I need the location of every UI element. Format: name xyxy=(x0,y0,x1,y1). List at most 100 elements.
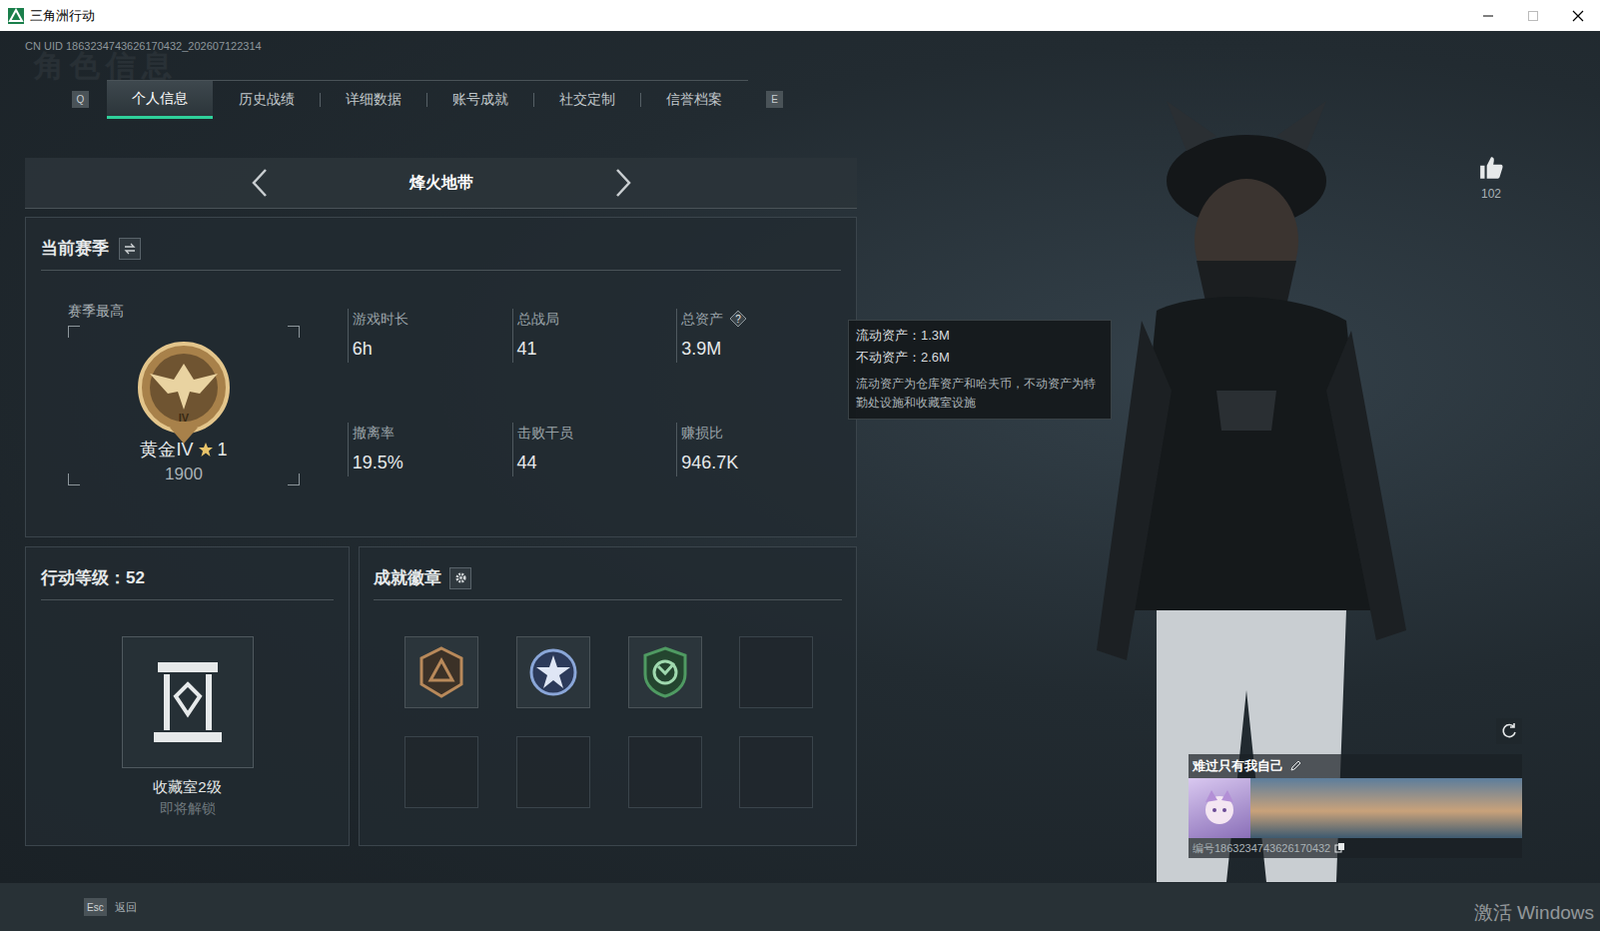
stat: 游戏时长 6h xyxy=(347,308,513,363)
stat: 总战局41 xyxy=(512,308,678,363)
stat: 撤离率 19.5% xyxy=(347,422,513,477)
app-logo-icon xyxy=(7,7,24,24)
collection-room-label: 收藏室2级 xyxy=(152,776,221,800)
tooltip-line: 流动资产：1.3M xyxy=(855,326,1104,345)
badge-slot[interactable] xyxy=(516,736,591,808)
stats-grid: 游戏时长6h总战局41总资产?3.9M撤离率19.5%击败干员44赚损比946.… xyxy=(347,308,841,469)
level-panel: 行动等级：52 收藏室2级即将解锁 xyxy=(24,546,350,846)
svg-text:?: ? xyxy=(735,313,742,325)
tab[interactable]: 信誉档案 xyxy=(641,80,748,119)
close-icon xyxy=(1572,9,1585,22)
like-count: 102 xyxy=(1481,184,1502,203)
stat-label: 赚损比 xyxy=(681,422,724,444)
character-area: 102 难过只有我自己编号1863234743626170432 xyxy=(906,30,1600,883)
season-title: 当前赛季 xyxy=(40,235,109,262)
watermark-title: 角色信息 xyxy=(33,50,178,81)
tab[interactable]: 个人信息 xyxy=(106,80,213,119)
stat: 总资产? 3.9M xyxy=(676,308,841,363)
rank-numeral: IV xyxy=(178,409,189,427)
maximize-button[interactable] xyxy=(1510,0,1556,31)
badge-slot[interactable] xyxy=(404,636,479,709)
uid-text: CN UID 1863234743626170432_202607122314 xyxy=(24,38,907,53)
esc-key[interactable]: Esc xyxy=(83,897,107,916)
badge-slot[interactable] xyxy=(404,736,479,808)
content: 角色信息CN UID 1863234743626170432_202607122… xyxy=(0,30,1600,883)
stat-label: 总资产 xyxy=(681,308,724,330)
level-title: 行动等级：52 xyxy=(40,565,334,601)
window-title: 三角洲行动 xyxy=(29,5,95,26)
close-button[interactable] xyxy=(1555,0,1600,31)
stat-label: 撤离率 xyxy=(352,422,395,444)
stat-value: 3.9M xyxy=(681,335,841,363)
like-button[interactable]: 102 xyxy=(1478,154,1505,203)
bottom-bar: Esc 返回 xyxy=(0,882,1600,931)
prev-tab-key[interactable]: Q xyxy=(71,90,89,108)
refresh-icon xyxy=(1500,722,1519,741)
tooltip-line: 不动资产：2.6M xyxy=(855,348,1104,367)
prev-mode-arrow-icon[interactable] xyxy=(249,167,270,198)
badge-slot[interactable] xyxy=(516,636,591,709)
tab[interactable]: 详细数据 xyxy=(320,80,427,119)
badge-slot[interactable] xyxy=(739,636,813,709)
mode-label: 烽火地带 xyxy=(381,170,502,195)
player-name: 难过只有我自己 xyxy=(1192,756,1284,777)
stat: 击败干员44 xyxy=(512,422,678,477)
copy-icon[interactable] xyxy=(1334,841,1346,853)
tab-bar: Q 个人信息历史战绩详细数据账号成就社交定制信誉档案 E xyxy=(71,79,907,118)
mode-selector: 烽火地带 xyxy=(24,157,857,209)
stat-value: 946.7K xyxy=(681,449,841,477)
minimize-button[interactable] xyxy=(1465,0,1511,31)
thumbs-up-icon xyxy=(1478,154,1505,181)
stat-label: 击败干员 xyxy=(517,422,574,444)
player-id: 编号1863234743626170432 xyxy=(1192,839,1331,857)
next-tab-key[interactable]: E xyxy=(766,90,784,108)
tab[interactable]: 社交定制 xyxy=(534,80,641,119)
rank-score: 1900 xyxy=(164,463,203,486)
switch-season-button[interactable] xyxy=(118,237,141,260)
left-column: CN UID 1863234743626170432_202607122314 Q… xyxy=(0,30,907,883)
gold-eagle-badge-icon xyxy=(133,339,234,448)
help-icon[interactable]: ? xyxy=(729,309,748,328)
title-bar: 三角洲行动 xyxy=(0,0,1600,31)
stat-value: 6h xyxy=(352,335,513,363)
season-best: 赛季最高IV黄金IV11900 xyxy=(40,300,348,486)
avatar[interactable] xyxy=(1188,778,1251,838)
stat-value: 19.5% xyxy=(352,449,513,477)
minimize-icon xyxy=(1482,9,1495,22)
season-best-label: 赛季最高 xyxy=(67,300,348,322)
stat-label: 总战局 xyxy=(517,308,560,330)
game-window: 三角洲行动角色信息CN UID 1863234743626170432_2026… xyxy=(0,0,1600,931)
edit-icon[interactable] xyxy=(1289,760,1302,773)
banner-image xyxy=(1250,778,1523,838)
badge-slot[interactable] xyxy=(739,736,813,808)
maximize-icon xyxy=(1527,9,1540,22)
collection-room-item[interactable] xyxy=(121,636,254,769)
back-label[interactable]: 返回 xyxy=(114,898,137,916)
gear-icon xyxy=(454,571,468,585)
stat: 赚损比 946.7K xyxy=(676,422,841,477)
badge-slot[interactable] xyxy=(628,636,703,709)
star-icon xyxy=(197,441,214,458)
assets-tooltip: 流动资产：1.3M 不动资产：2.6M 流动资产为仓库资产和哈夫币，不动资产为特勤处… xyxy=(847,319,1112,420)
rank-badge: IV xyxy=(133,339,234,433)
star-badge-icon xyxy=(528,647,579,698)
tab[interactable]: 账号成就 xyxy=(427,80,534,119)
rank-stars: 1 xyxy=(217,436,228,464)
season-panel: 当前赛季赛季最高IV黄金IV11900游戏时长6h总战局41总资产?3.9M撤离… xyxy=(24,216,857,538)
triangle-badge-icon xyxy=(419,646,464,699)
tab[interactable]: 历史战绩 xyxy=(213,80,320,119)
badge-settings-button[interactable] xyxy=(449,567,472,590)
badges-title: 成就徽章 xyxy=(373,565,442,592)
shield-badge-icon xyxy=(642,646,689,699)
badges-panel: 成就徽章 xyxy=(358,546,857,846)
next-mode-arrow-icon[interactable] xyxy=(613,167,634,198)
stat-label: 游戏时长 xyxy=(352,308,409,330)
avatar-face-icon xyxy=(1199,788,1240,828)
refresh-button[interactable] xyxy=(1496,718,1523,745)
unlock-status: 即将解锁 xyxy=(159,798,216,819)
name-card: 难过只有我自己编号1863234743626170432 xyxy=(1188,754,1523,858)
collection-room-icon xyxy=(151,660,224,745)
swap-icon xyxy=(123,242,136,255)
badge-slot[interactable] xyxy=(628,736,703,808)
tooltip-description: 流动资产为仓库资产和哈夫币，不动资产为特勤处设施和收藏室设施 xyxy=(855,374,1104,413)
